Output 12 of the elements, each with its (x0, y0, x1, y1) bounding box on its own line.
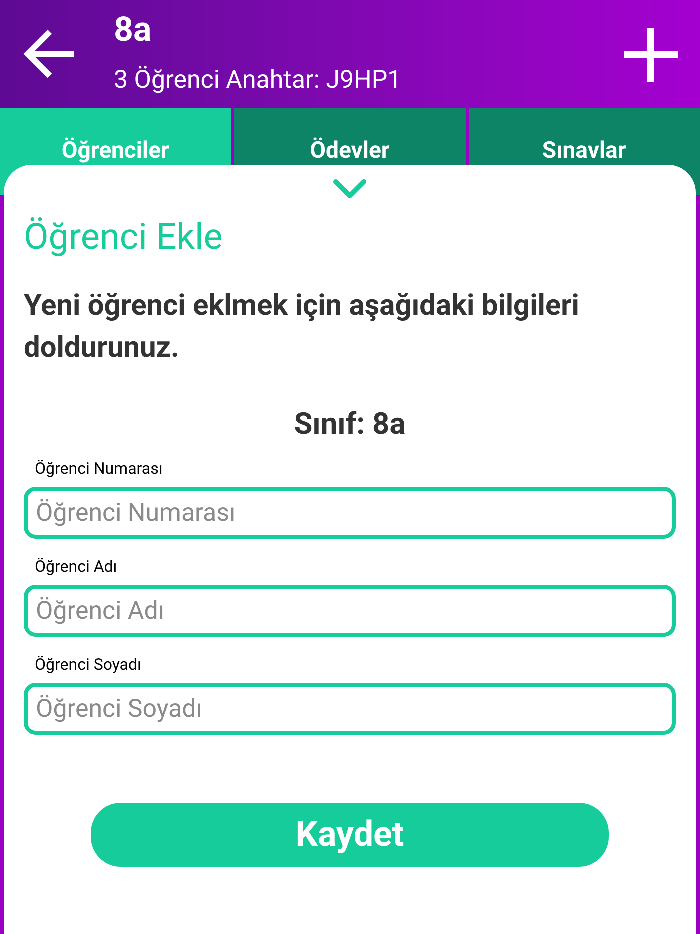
input-field[interactable]: Öğrenci Adı (24, 585, 676, 637)
class-title: 8a (114, 10, 153, 50)
input-field[interactable]: Öğrenci Soyadı (24, 683, 676, 735)
input-field[interactable]: Öğrenci Numarası (24, 487, 676, 539)
field-label: Öğrenci Adı (35, 557, 118, 577)
add-icon[interactable] (624, 28, 678, 82)
sheet-title: Öğrenci Ekle (24, 215, 223, 259)
field-label: Öğrenci Soyadı (35, 655, 142, 675)
instruction-text: Yeni öğrenci eklmek için aşağıdaki bilgileri doldurunuz. (24, 288, 580, 367)
class-label: Sınıf: 8a (294, 407, 406, 443)
class-subtitle: 3 Öğrenci Anahtar: J9HP1 (114, 66, 403, 96)
field-label: Öğrenci Numarası (35, 459, 163, 479)
